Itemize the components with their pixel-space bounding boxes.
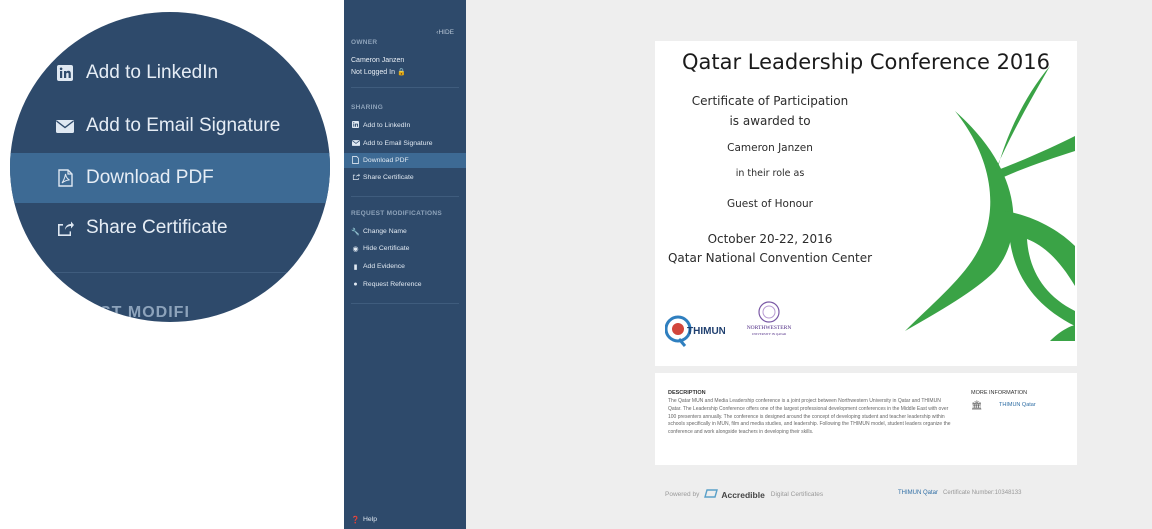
sidebar-item-label: Change Name — [363, 228, 407, 235]
sidebar-divider — [351, 303, 459, 304]
owner-heading: OWNER — [351, 39, 378, 46]
zoom-download-pdf-label: Download PDF — [86, 167, 214, 188]
sidebar-item-add-to-email-signature[interactable]: Add to Email Signature — [344, 136, 466, 151]
eye-icon: ◉ — [352, 245, 359, 253]
sidebar-divider — [351, 196, 459, 197]
sidebar-item-label: Share Certificate — [363, 174, 414, 181]
northwestern-logo: NORTHWESTERN UNIVERSITY IN QATAR — [739, 301, 799, 349]
share-icon — [54, 219, 76, 237]
certificate: Qatar Leadership Conference 2016 Certifi… — [655, 41, 1077, 366]
envelope-icon — [54, 117, 76, 135]
sidebar-item-label: Add to Email Signature — [363, 140, 433, 147]
file-icon: ▮ — [353, 263, 358, 271]
conference-dates: October 20-22, 2016 — [707, 232, 833, 246]
pdf-icon — [54, 169, 76, 187]
zoom-add-to-linkedin-label: Add to LinkedIn — [86, 62, 219, 83]
hide-label: HIDE — [438, 29, 454, 36]
recipient-name: Cameron Janzen — [727, 142, 813, 154]
accredible-brand[interactable]: Accredible — [721, 490, 764, 500]
certificate-line2: is awarded to — [729, 114, 811, 128]
owner-name: Cameron Janzen — [351, 57, 405, 64]
sidebar: ‹HIDE OWNER Cameron Janzen Not Logged In… — [344, 0, 466, 529]
sidebar-item-label: Add to LinkedIn — [363, 122, 411, 129]
main-content: Qatar Leadership Conference 2016 Certifi… — [466, 0, 1152, 529]
zoom-cut-heading: ST MODIFI — [100, 304, 190, 321]
help-icon: ❓ — [351, 516, 360, 524]
description-text: The Qatar MUN and Media Leadership confe… — [668, 398, 951, 436]
accredible-logo-icon — [704, 489, 719, 500]
sidebar-item-hide-certificate[interactable]: ◉ Hide Certificate — [344, 241, 466, 256]
cert-number-label: Certificate Number: — [943, 490, 995, 496]
login-status: Not Logged In 🔒 — [351, 68, 406, 76]
pdf-icon — [351, 155, 360, 166]
envelope-icon — [351, 139, 360, 148]
zoom-share-certificate[interactable]: Share Certificate — [10, 203, 330, 253]
footer-issuer-link[interactable]: THIMUN Qatar — [898, 490, 938, 496]
sidebar-item-label: Add Evidence — [363, 263, 405, 270]
northwestern-logo-text: NORTHWESTERN — [746, 325, 792, 331]
sidebar-item-label: Request Reference — [363, 281, 422, 288]
issuer-link[interactable]: THIMUN Qatar — [999, 402, 1036, 408]
login-status-text: Not Logged In — [351, 69, 395, 76]
zoom-share-certificate-label: Share Certificate — [86, 217, 228, 238]
zoom-add-to-linkedin[interactable]: Add to LinkedIn — [10, 48, 330, 98]
certificate-footer: THIMUN Qatar Certificate Number:10348133 — [898, 490, 1021, 496]
comment-icon: ● — [353, 281, 358, 288]
sidebar-item-share-certificate[interactable]: Share Certificate — [344, 170, 466, 185]
conference-venue: Qatar National Convention Center — [667, 251, 873, 265]
wrench-icon: 🔧 — [351, 228, 360, 236]
modifications-heading: REQUEST MODIFICATIONS — [351, 210, 443, 217]
institution-icon: 🏛 — [971, 400, 983, 410]
sidebar-item-label: Hide Certificate — [363, 245, 410, 252]
lock-icon: 🔒 — [396, 69, 406, 76]
zoom-download-pdf[interactable]: Download PDF — [10, 153, 330, 203]
sidebar-item-request-reference[interactable]: ● Request Reference — [344, 277, 466, 292]
description-heading: DESCRIPTION — [668, 390, 706, 396]
sidebar-divider — [351, 87, 459, 88]
more-info-heading: MORE INFORMATION — [971, 390, 1028, 396]
brand-suffix: Digital Certificates — [770, 491, 824, 498]
sidebar-item-change-name[interactable]: 🔧 Change Name — [344, 224, 466, 239]
zoom-add-to-email-label: Add to Email Signature — [86, 115, 281, 136]
powered-by: Powered by Accredible Digital Certificat… — [665, 489, 823, 500]
sidebar-item-add-evidence[interactable]: ▮ Add Evidence — [344, 259, 466, 274]
certificate-line1: Certificate of Participation — [691, 94, 849, 108]
linkedin-icon — [54, 64, 76, 82]
role-name: Guest of Honour — [726, 198, 813, 210]
sharing-heading: SHARING — [351, 104, 384, 111]
powered-by-text: Powered by — [665, 491, 700, 498]
zoom-add-to-email-signature[interactable]: Add to Email Signature — [10, 101, 330, 151]
screenshot: Add to LinkedIn Add to Email Signature D… — [0, 0, 1152, 529]
zoom-callout: Add to LinkedIn Add to Email Signature D… — [10, 12, 330, 322]
description-panel: DESCRIPTION The Qatar MUN and Media Lead… — [655, 373, 1077, 465]
hide-sidebar-button[interactable]: ‹HIDE — [436, 29, 454, 36]
sidebar-item-label: Download PDF — [363, 157, 409, 164]
share-icon — [351, 173, 360, 182]
certificate-title: Qatar Leadership Conference 2016 — [681, 50, 1051, 74]
help-label: Help — [363, 516, 377, 523]
northwestern-logo-subtext: UNIVERSITY IN QATAR — [751, 332, 787, 336]
thimun-logo: THIMUN — [664, 313, 726, 347]
cert-number: 10348133 — [994, 490, 1022, 496]
role-prefix: in their role as — [735, 168, 805, 179]
zoom-divider — [10, 272, 330, 273]
help-link[interactable]: ❓ Help — [344, 512, 466, 527]
sidebar-item-add-to-linkedin[interactable]: Add to LinkedIn — [344, 118, 466, 133]
linkedin-icon — [351, 121, 360, 130]
sidebar-item-download-pdf[interactable]: Download PDF — [344, 153, 466, 168]
thimun-logo-text: THIMUN — [687, 326, 725, 337]
